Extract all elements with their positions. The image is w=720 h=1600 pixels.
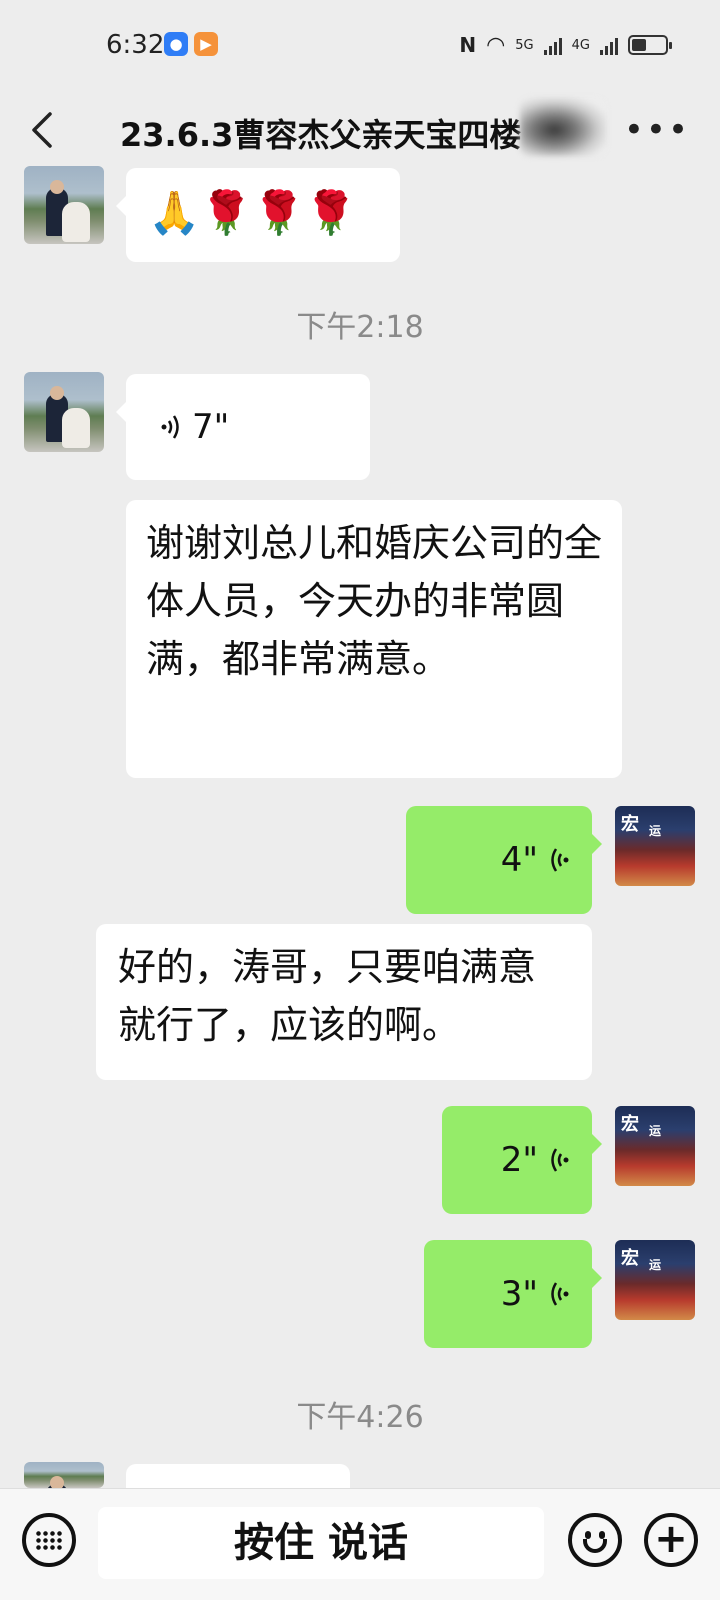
avatar-right[interactable]: 宏运 [615,806,695,886]
signal-5g-label: 5G [515,37,534,53]
signal-5g-icon [543,35,562,55]
message-bubble-text[interactable]: 谢谢刘总儿和婚庆公司的全体人员，今天办的非常圆满，都非常满意。 [126,500,622,778]
message-bubble-emoji[interactable]: 🙏🌹🌹🌹 [116,168,400,262]
message-bubble-partial[interactable] [126,1464,350,1488]
avatar-left[interactable] [24,372,104,452]
avatar-right[interactable]: 宏运 [615,1106,695,1186]
voice-icon [551,1282,569,1306]
voice-duration: 4" [500,840,538,880]
message-bubble-text-mine[interactable]: 好的，涛哥，只要咱满意就行了，应该的啊。 [96,924,592,1080]
timestamp: 下午2:18 [296,310,424,345]
emoji-message: 🙏🌹🌹🌹 [148,188,358,237]
signal-4g-icon [600,35,618,55]
voice-message-bubble[interactable]: 7" [116,374,370,480]
status-time: 6:32 [106,30,165,60]
bulb-app-icon: ● [164,32,188,56]
wifi-icon: ◠ [486,32,506,58]
voice-icon [551,848,569,872]
voice-message-bubble-mine[interactable]: 4" [406,806,602,914]
video-app-icon: ▶ [194,32,218,56]
keyboard-icon [35,1530,63,1550]
voice-duration: 2" [500,1140,538,1180]
signal-4g-label: 4G [571,37,590,53]
chat-header: 23.6.3曹容杰父亲天宝四楼 ••• [0,90,720,170]
message-text: 谢谢刘总儿和婚庆公司的全体人员，今天办的非常圆满，都非常满意。 [146,521,603,681]
voice-message-bubble-mine[interactable]: 2" [442,1106,602,1214]
more-button[interactable]: ••• [624,110,690,150]
back-button[interactable] [26,108,66,152]
back-icon [32,112,52,148]
hold-to-talk-button[interactable]: 按住 说话 [98,1507,544,1579]
voice-duration: 3" [500,1274,538,1314]
message-text: 好的，涛哥，只要咱满意就行了，应该的啊。 [118,945,537,1047]
redacted-blur [520,98,606,156]
avatar-left[interactable] [24,1462,104,1488]
status-indicators: N ◠ 5G 4G [459,30,672,60]
plus-icon: + [654,1516,688,1562]
chat-title: 23.6.3曹容杰父亲天宝四楼 [120,116,522,154]
voice-message-bubble-mine[interactable]: 3" [424,1240,602,1348]
voice-duration: 7" [192,407,230,447]
avatar-left[interactable] [24,166,104,244]
avatar-right[interactable]: 宏运 [615,1240,695,1320]
voice-icon [551,1148,569,1172]
emoji-button[interactable] [568,1513,622,1567]
plus-button[interactable]: + [644,1513,698,1567]
status-bar: 6:32 ● ▶ N ◠ 5G 4G [0,0,720,90]
voice-icon [161,415,179,439]
battery-icon [628,35,672,55]
input-bar: 按住 说话 + [0,1488,720,1600]
nfc-icon: N [459,33,477,57]
keyboard-toggle-button[interactable] [22,1513,76,1567]
timestamp: 下午4:26 [296,1400,424,1435]
more-icon: ••• [623,110,690,150]
